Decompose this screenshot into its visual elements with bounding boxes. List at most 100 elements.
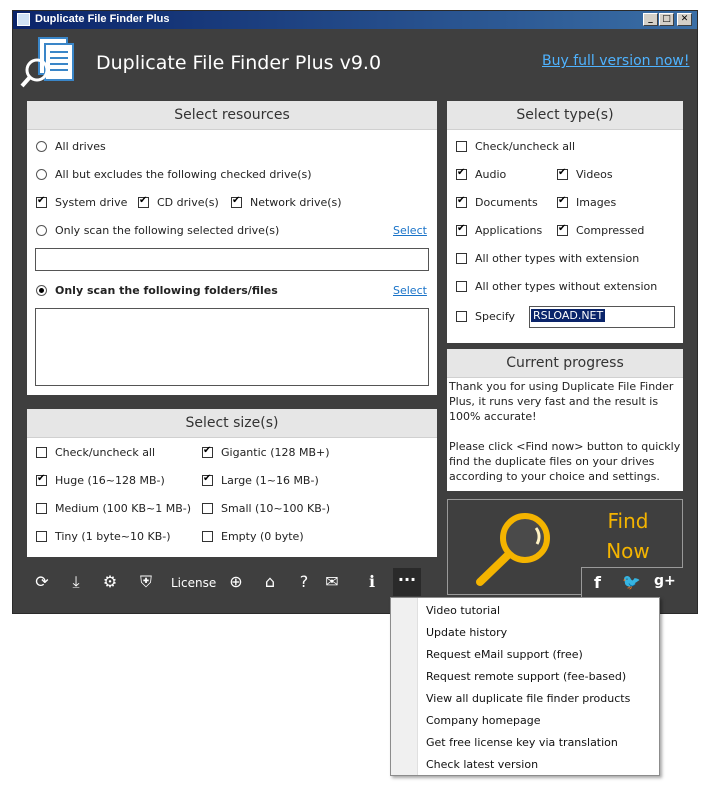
menu-item-check-version[interactable]: Check latest version bbox=[426, 758, 538, 771]
mail-icon[interactable]: ✉ bbox=[321, 571, 343, 593]
small-label: Small (10~100 KB-) bbox=[221, 502, 331, 515]
specify-checkbox[interactable] bbox=[456, 311, 467, 322]
select-drives-link[interactable]: Select bbox=[393, 224, 427, 237]
google-plus-icon[interactable]: g+ bbox=[654, 573, 676, 589]
size-panel: Select size(s) Check/uncheck all Giganti… bbox=[27, 409, 437, 557]
title-bar[interactable]: Duplicate File Finder Plus _ □ ✕ bbox=[13, 11, 697, 29]
menu-gutter bbox=[391, 598, 418, 775]
types-check-all-checkbox[interactable] bbox=[456, 141, 467, 152]
all-but-radio[interactable] bbox=[36, 169, 47, 180]
license-button[interactable]: License bbox=[171, 576, 216, 590]
find-now-line-2: Now bbox=[606, 539, 650, 563]
large-label: Large (1~16 MB-) bbox=[221, 474, 319, 487]
folders-textarea[interactable] bbox=[35, 308, 429, 386]
resources-heading: Select resources bbox=[27, 101, 437, 130]
huge-checkbox[interactable] bbox=[36, 473, 47, 486]
menu-item-update-history[interactable]: Update history bbox=[426, 626, 507, 639]
gigantic-checkbox[interactable] bbox=[202, 445, 213, 458]
audio-label: Audio bbox=[475, 168, 507, 181]
minimize-button[interactable]: _ bbox=[643, 13, 658, 26]
size-check-all-label: Check/uncheck all bbox=[55, 446, 156, 459]
medium-label: Medium (100 KB~1 MB-) bbox=[55, 502, 192, 515]
menu-item-free-license[interactable]: Get free license key via translation bbox=[426, 736, 618, 749]
gear-icon[interactable]: ⚙ bbox=[99, 571, 121, 593]
menu-item-company-homepage[interactable]: Company homepage bbox=[426, 714, 541, 727]
progress-heading: Current progress bbox=[447, 349, 683, 378]
all-drives-radio[interactable] bbox=[36, 141, 47, 152]
network-drive-checkbox[interactable] bbox=[231, 195, 242, 208]
menu-item-email-support[interactable]: Request eMail support (free) bbox=[426, 648, 583, 661]
small-checkbox[interactable] bbox=[202, 503, 213, 514]
social-bar: f 🐦 g+ bbox=[581, 567, 683, 597]
magnifier-icon bbox=[476, 513, 550, 586]
types-heading: Select type(s) bbox=[447, 101, 683, 130]
find-now-line-1: Find bbox=[607, 509, 649, 533]
types-check-all-label: Check/uncheck all bbox=[475, 140, 576, 153]
twitter-icon[interactable]: 🐦 bbox=[622, 573, 641, 591]
facebook-icon[interactable]: f bbox=[594, 573, 601, 592]
empty-label: Empty (0 byte) bbox=[221, 530, 304, 543]
download-icon[interactable]: ⤓ bbox=[65, 571, 87, 593]
size-heading: Select size(s) bbox=[27, 409, 437, 438]
more-button[interactable]: ··· bbox=[393, 568, 421, 596]
applications-label: Applications bbox=[475, 224, 543, 237]
all-drives-label: All drives bbox=[55, 140, 106, 153]
specify-input-value: RSLOAD.NET bbox=[531, 309, 606, 322]
only-drives-label: Only scan the following selected drive(s… bbox=[55, 224, 280, 237]
compressed-checkbox[interactable] bbox=[557, 223, 568, 236]
select-folders-link[interactable]: Select bbox=[393, 284, 427, 297]
documents-label: Documents bbox=[475, 196, 538, 209]
app-logo-icon bbox=[20, 37, 74, 88]
shield-icon[interactable]: ⛨ bbox=[135, 571, 157, 593]
large-checkbox[interactable] bbox=[202, 473, 213, 486]
specify-input[interactable]: RSLOAD.NET bbox=[529, 306, 675, 328]
only-folders-label: Only scan the following folders/files bbox=[55, 284, 278, 297]
only-drives-radio[interactable] bbox=[36, 225, 47, 236]
refresh-icon[interactable]: ⟳ bbox=[31, 571, 53, 593]
menu-item-view-products[interactable]: View all duplicate file finder products bbox=[426, 692, 630, 705]
only-folders-radio[interactable] bbox=[36, 285, 47, 296]
other-without-ext-checkbox[interactable] bbox=[456, 281, 467, 292]
medium-checkbox[interactable] bbox=[36, 503, 47, 514]
cd-drive-label: CD drive(s) bbox=[157, 196, 219, 209]
menu-item-remote-support[interactable]: Request remote support (fee-based) bbox=[426, 670, 626, 683]
app-title: Duplicate File Finder Plus v9.0 bbox=[96, 52, 382, 74]
other-with-ext-checkbox[interactable] bbox=[456, 253, 467, 264]
resources-panel: Select resources All drives All but excl… bbox=[27, 101, 437, 395]
compressed-label: Compressed bbox=[576, 224, 645, 237]
close-button[interactable]: ✕ bbox=[677, 13, 692, 26]
app-icon bbox=[17, 13, 30, 26]
home-icon[interactable]: ⌂ bbox=[259, 571, 281, 593]
info-icon[interactable]: ℹ bbox=[361, 571, 383, 593]
other-with-ext-label: All other types with extension bbox=[475, 252, 640, 265]
app-header: Duplicate File Finder Plus v9.0 Buy full… bbox=[14, 30, 696, 100]
images-checkbox[interactable] bbox=[557, 195, 568, 208]
menu-item-video-tutorial[interactable]: Video tutorial bbox=[426, 604, 500, 617]
window-title: Duplicate File Finder Plus bbox=[35, 13, 170, 25]
buy-full-version-link[interactable]: Buy full version now! bbox=[542, 53, 689, 69]
documents-checkbox[interactable] bbox=[456, 195, 467, 208]
types-panel: Select type(s) Check/uncheck all Audio V… bbox=[447, 101, 683, 343]
applications-checkbox[interactable] bbox=[456, 223, 467, 236]
system-drive-checkbox[interactable] bbox=[36, 195, 47, 208]
empty-checkbox[interactable] bbox=[202, 531, 213, 542]
gigantic-label: Gigantic (128 MB+) bbox=[221, 446, 330, 459]
tiny-checkbox[interactable] bbox=[36, 531, 47, 542]
maximize-button[interactable]: □ bbox=[659, 13, 674, 26]
globe-icon[interactable]: ⊕ bbox=[225, 571, 247, 593]
other-without-ext-label: All other types without extension bbox=[475, 280, 658, 293]
network-drive-label: Network drive(s) bbox=[250, 196, 342, 209]
drives-input[interactable] bbox=[35, 248, 429, 271]
huge-label: Huge (16~128 MB-) bbox=[55, 474, 165, 487]
help-icon[interactable]: ? bbox=[293, 571, 315, 593]
size-check-all-checkbox[interactable] bbox=[36, 447, 47, 458]
progress-line-2: Please click <Find now> button to quickl… bbox=[449, 440, 681, 483]
cd-drive-checkbox[interactable] bbox=[138, 195, 149, 208]
progress-line-1: Thank you for using Duplicate File Finde… bbox=[449, 380, 674, 423]
tiny-label: Tiny (1 byte~10 KB-) bbox=[55, 530, 171, 543]
videos-checkbox[interactable] bbox=[557, 167, 568, 180]
videos-label: Videos bbox=[576, 168, 613, 181]
more-menu: Video tutorial Update history Request eM… bbox=[390, 597, 660, 776]
audio-checkbox[interactable] bbox=[456, 167, 467, 180]
main-window: Duplicate File Finder Plus _ □ ✕ Duplica… bbox=[12, 10, 698, 614]
